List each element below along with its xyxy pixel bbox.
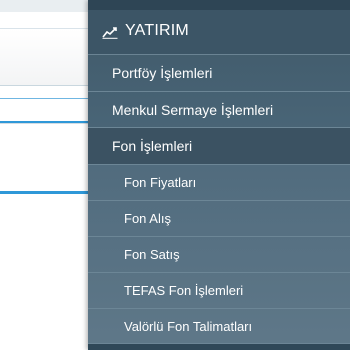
submenu-item-fon-fiyatlari[interactable]: Fon Fiyatları (88, 165, 350, 201)
menu-item-label: Menkul Sermaye İşlemleri (112, 102, 274, 118)
menu-item-portfoy-islemleri[interactable]: Portföy İşlemleri (88, 55, 350, 92)
menu-item-label: Portföy İşlemleri (112, 65, 213, 81)
submenu-item-valorlu-fon-talimatlari[interactable]: Valörlü Fon Talimatları (88, 309, 350, 344)
menu-item-label: Fon İşlemleri (112, 138, 193, 154)
menu-bottom-strip (88, 344, 350, 350)
menu-section-yatirim[interactable]: YATIRIM (88, 10, 350, 55)
submenu-item-label: Fon Fiyatları (124, 175, 197, 190)
submenu-item-label: TEFAS Fon İşlemleri (124, 283, 244, 298)
page: YATIRIM Portföy İşlemleri Menkul Sermaye… (0, 0, 350, 350)
side-menu: YATIRIM Portföy İşlemleri Menkul Sermaye… (88, 0, 350, 350)
menu-item-fon-islemleri[interactable]: Fon İşlemleri (88, 128, 350, 165)
submenu-item-label: Fon Satış (124, 247, 180, 262)
menu-top-strip (88, 0, 350, 10)
menu-item-menkul-sermaye-islemleri[interactable]: Menkul Sermaye İşlemleri (88, 92, 350, 128)
submenu-item-label: Fon Alış (124, 211, 171, 226)
menu-section-title: YATIRIM (125, 22, 189, 39)
submenu-item-fon-satis[interactable]: Fon Satış (88, 237, 350, 273)
chart-line-icon (102, 27, 118, 39)
submenu-item-fon-alis[interactable]: Fon Alış (88, 201, 350, 237)
submenu-item-tefas-fon-islemleri[interactable]: TEFAS Fon İşlemleri (88, 273, 350, 309)
submenu-item-label: Valörlü Fon Talimatları (124, 319, 253, 334)
